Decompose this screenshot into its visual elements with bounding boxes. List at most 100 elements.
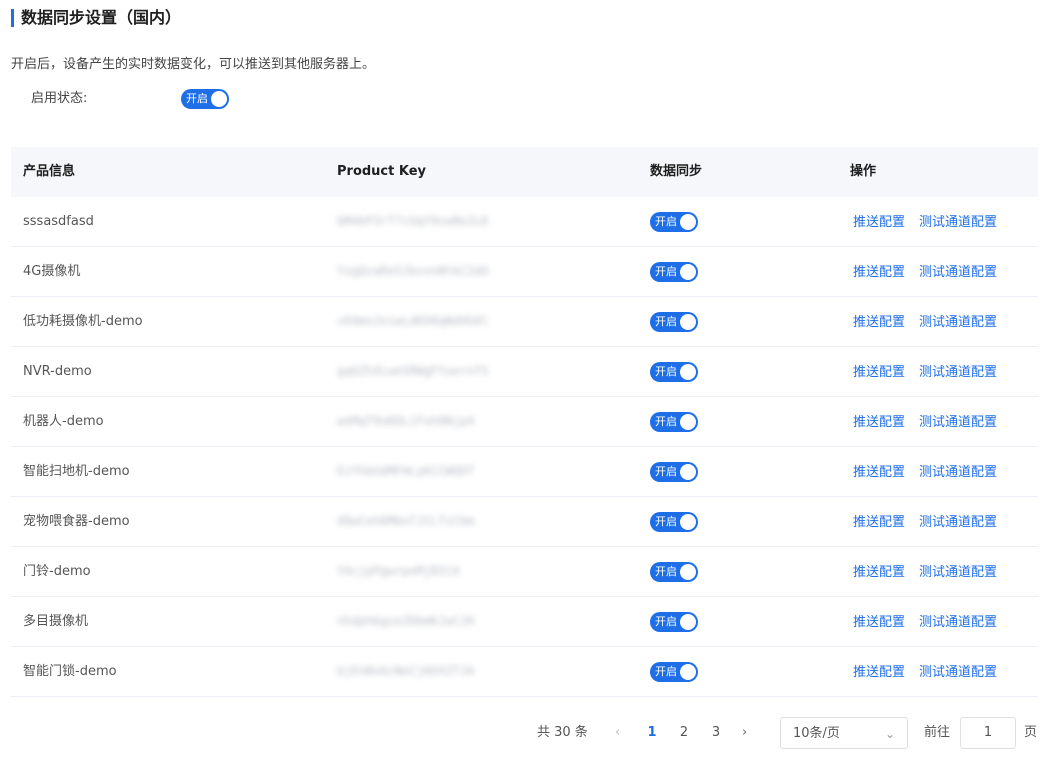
switch-knob <box>680 664 696 680</box>
push-config-link[interactable]: 推送配置 <box>853 515 905 530</box>
product-key-masked: bM4kP3rT7cUqY9vwNo2LK <box>337 214 489 228</box>
page-size-select[interactable]: 10条/页 ⌄ <box>780 717 908 749</box>
product-name: 多目摄像机 <box>23 614 89 629</box>
switch-knob <box>680 514 696 530</box>
data-sync-switch[interactable]: 开启 <box>650 312 698 332</box>
table-row: 智能门锁-demo bjEnNsKcNeCjKDXZTJA 开启 推送配置 测试通道配置 <box>11 647 1038 697</box>
switch-text: 开启 <box>655 565 677 578</box>
switch-knob <box>680 314 696 330</box>
switch-knob <box>680 214 696 230</box>
sync-cell: 开启 <box>650 197 698 253</box>
page-1-button[interactable]: 1 <box>642 717 662 749</box>
product-key-masked: gqGZhXLweSRWgFYuernTS <box>337 364 489 378</box>
goto-label: 前往 <box>924 725 951 740</box>
operations-cell: 推送配置 测试通道配置 <box>853 447 1011 499</box>
push-config-link[interactable]: 推送配置 <box>853 365 905 380</box>
test-channel-config-link[interactable]: 测试通道配置 <box>919 565 997 580</box>
sync-cell: 开启 <box>650 297 698 353</box>
table-header: 产品信息 Product Key 数据同步 操作 <box>11 147 1038 197</box>
switch-text: 开启 <box>655 515 677 528</box>
switch-text: 开启 <box>655 415 677 428</box>
product-name: 门铃-demo <box>23 564 91 579</box>
product-key-masked: vO4mnJoiwLdKD8qNdHS8l <box>337 314 489 328</box>
title-accent-bar <box>11 9 14 27</box>
product-name: 机器人-demo <box>23 414 104 429</box>
table-row: 门铃-demo YAcjpPgwrpoMjBICA 开启 推送配置 测试通道配置 <box>11 547 1038 597</box>
table-row: NVR-demo gqGZhXLweSRWgFYuernTS 开启 推送配置 测试通道配… <box>11 347 1038 397</box>
sync-cell: 开启 <box>650 347 698 403</box>
sync-cell: 开启 <box>650 647 698 703</box>
data-sync-switch[interactable]: 开启 <box>650 612 698 632</box>
operations-cell: 推送配置 测试通道配置 <box>853 247 1011 299</box>
test-channel-config-link[interactable]: 测试通道配置 <box>919 415 997 430</box>
push-config-link[interactable]: 推送配置 <box>853 615 905 630</box>
data-sync-switch[interactable]: 开启 <box>650 212 698 232</box>
sync-cell: 开启 <box>650 247 698 303</box>
next-page-icon[interactable]: › <box>742 717 747 749</box>
operations-cell: 推送配置 测试通道配置 <box>853 497 1011 549</box>
test-channel-config-link[interactable]: 测试通道配置 <box>919 665 997 680</box>
status-label: 启用状态: <box>31 91 88 106</box>
test-channel-config-link[interactable]: 测试通道配置 <box>919 265 997 280</box>
product-name: 4G摄像机 <box>23 264 81 279</box>
switch-text: 开启 <box>655 665 677 678</box>
product-name: 智能门锁-demo <box>23 664 117 679</box>
table-row: 机器人-demo woMqT9oKDLiFoh8Njp4 开启 推送配置 测试通道配置 <box>11 397 1038 447</box>
page-description: 开启后，设备产生的实时数据变化，可以推送到其他服务器上。 <box>11 57 376 72</box>
product-key-masked: bjEnNsKcNeCjKDXZTJA <box>337 664 475 678</box>
data-sync-switch[interactable]: 开启 <box>650 362 698 382</box>
switch-text: 开启 <box>655 215 677 228</box>
table-row: 4G摄像机 YsgQzaRe5JbvxnNtkC2dU 开启 推送配置 测试通道配置 <box>11 247 1038 297</box>
table-body: sssasdfasd bM4kP3rT7cUqY9vwNo2LK 开启 推送配置 测试通… <box>11 197 1038 697</box>
data-sync-switch[interactable]: 开启 <box>650 662 698 682</box>
sync-cell: 开启 <box>650 447 698 503</box>
total-count: 共 30 条 <box>537 725 588 740</box>
test-channel-config-link[interactable]: 测试通道配置 <box>919 615 997 630</box>
data-sync-switch[interactable]: 开启 <box>650 412 698 432</box>
push-config-link[interactable]: 推送配置 <box>853 315 905 330</box>
operations-cell: 推送配置 测试通道配置 <box>853 297 1011 349</box>
table-row: 低功耗摄像机-demo vO4mnJoiwLdKD8qNdHS8l 开启 推送配置 测试… <box>11 297 1038 347</box>
push-config-link[interactable]: 推送配置 <box>853 215 905 230</box>
push-config-link[interactable]: 推送配置 <box>853 415 905 430</box>
product-name: sssasdfasd <box>23 214 94 229</box>
table-row: 宠物喂食器-demo dQwCeh6MboTJCLTsCbm 开启 推送配置 测试通道配… <box>11 497 1038 547</box>
test-channel-config-link[interactable]: 测试通道配置 <box>919 465 997 480</box>
data-sync-switch[interactable]: 开启 <box>650 262 698 282</box>
test-channel-config-link[interactable]: 测试通道配置 <box>919 215 997 230</box>
column-header-operations: 操作 <box>850 164 877 179</box>
page-title: 数据同步设置（国内） <box>21 8 182 27</box>
switch-text: 开启 <box>655 615 677 628</box>
test-channel-config-link[interactable]: 测试通道配置 <box>919 315 997 330</box>
enable-status-switch[interactable]: 开启 <box>181 89 229 109</box>
table-row: sssasdfasd bM4kP3rT7cUqY9vwNo2LK 开启 推送配置 测试通… <box>11 197 1038 247</box>
data-sync-switch[interactable]: 开启 <box>650 562 698 582</box>
sync-cell: 开启 <box>650 397 698 453</box>
product-key-masked: woMqT9oKDLiFoh8Njp4 <box>337 414 475 428</box>
switch-knob <box>680 614 696 630</box>
operations-cell: 推送配置 测试通道配置 <box>853 397 1011 449</box>
prev-page-icon[interactable]: ‹ <box>615 717 620 749</box>
sync-cell: 开启 <box>650 597 698 653</box>
pagination: 共 30 条 ‹ 1 2 3 › 10条/页 ⌄ 前往 页 <box>0 717 1053 749</box>
page-2-button[interactable]: 2 <box>674 717 694 749</box>
goto-page-input[interactable] <box>960 717 1016 749</box>
sync-cell: 开启 <box>650 497 698 553</box>
operations-cell: 推送配置 测试通道配置 <box>853 647 1011 699</box>
test-channel-config-link[interactable]: 测试通道配置 <box>919 515 997 530</box>
data-sync-switch[interactable]: 开启 <box>650 462 698 482</box>
push-config-link[interactable]: 推送配置 <box>853 265 905 280</box>
switch-text: 开启 <box>655 265 677 278</box>
page-3-button[interactable]: 3 <box>706 717 726 749</box>
column-header-product-key: Product Key <box>337 164 427 179</box>
test-channel-config-link[interactable]: 测试通道配置 <box>919 365 997 380</box>
push-config-link[interactable]: 推送配置 <box>853 665 905 680</box>
switch-knob <box>680 564 696 580</box>
operations-cell: 推送配置 测试通道配置 <box>853 597 1011 649</box>
switch-knob <box>680 464 696 480</box>
push-config-link[interactable]: 推送配置 <box>853 565 905 580</box>
product-key-masked: EzYhbGdMFmLyKCCWQDT <box>337 464 475 478</box>
operations-cell: 推送配置 测试通道配置 <box>853 547 1011 599</box>
data-sync-switch[interactable]: 开启 <box>650 512 698 532</box>
push-config-link[interactable]: 推送配置 <box>853 465 905 480</box>
